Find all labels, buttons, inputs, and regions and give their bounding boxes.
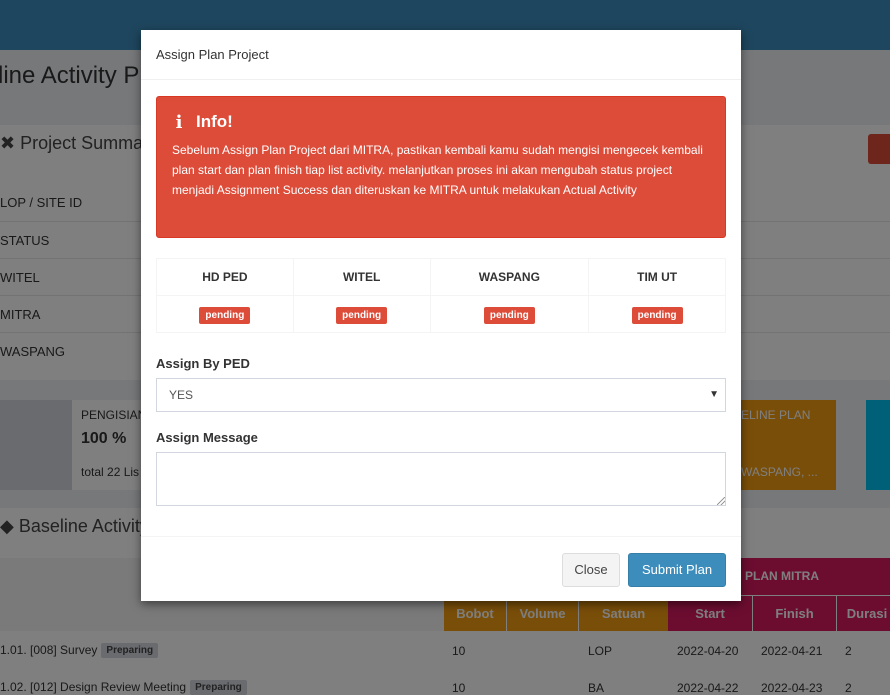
close-button[interactable]: Close xyxy=(562,553,620,587)
table-row: pending pending pending pending xyxy=(156,295,726,333)
assign-by-value: YES xyxy=(169,388,194,402)
submit-plan-button[interactable]: Submit Plan xyxy=(628,553,726,587)
status-badge: pending xyxy=(199,306,251,324)
column-header-waspang: WASPANG xyxy=(429,258,590,296)
assign-plan-modal: Assign Plan Project i Info! Sebelum Assi… xyxy=(141,30,741,601)
alert-title: i Info! xyxy=(172,111,710,133)
modal-header: Assign Plan Project xyxy=(141,30,741,80)
status-badge: pending xyxy=(483,306,535,324)
table-cell: pending xyxy=(292,295,431,333)
assign-message-label: Assign Message xyxy=(156,430,258,445)
column-header-hd-ped: HD PED xyxy=(156,258,294,296)
table-cell: pending xyxy=(588,295,726,333)
resize-handle-icon[interactable] xyxy=(717,497,725,505)
info-icon: i xyxy=(175,111,183,133)
modal-footer: Close Submit Plan xyxy=(141,536,741,601)
info-alert: i Info! Sebelum Assign Plan Project dari… xyxy=(156,96,726,238)
assign-by-label: Assign By PED xyxy=(156,356,250,371)
assign-message-textarea[interactable] xyxy=(156,452,726,506)
column-header-tim-ut: TIM UT xyxy=(588,258,726,296)
assign-by-select[interactable]: YES ▼ xyxy=(156,378,726,412)
alert-body: Sebelum Assign Plan Project dari MITRA, … xyxy=(172,143,703,197)
status-badge: pending xyxy=(336,306,388,324)
table-cell: pending xyxy=(429,295,590,333)
column-header-witel: WITEL xyxy=(292,258,431,296)
table-cell: pending xyxy=(156,295,294,333)
status-badge: pending xyxy=(631,306,683,324)
modal-title: Assign Plan Project xyxy=(156,47,269,62)
approval-status-table: HD PED WITEL WASPANG TIM UT pending pend… xyxy=(156,258,726,333)
chevron-down-icon: ▼ xyxy=(709,389,719,400)
